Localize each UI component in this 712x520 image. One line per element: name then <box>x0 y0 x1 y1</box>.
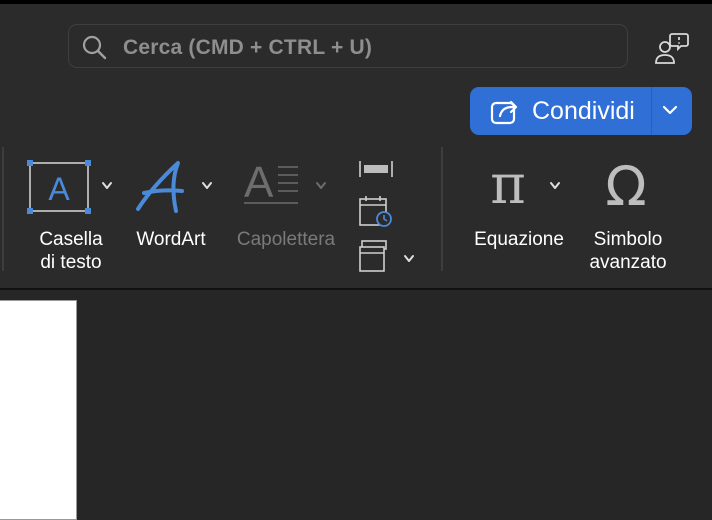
wordart-icon <box>136 161 184 213</box>
wordart-label: WordArt <box>136 229 206 250</box>
pi-icon: π <box>490 157 526 213</box>
equation-button[interactable]: π Equazione <box>464 157 574 257</box>
ribbon-separator <box>441 147 443 271</box>
search-box[interactable]: Cerca (CMD + CTRL + U) <box>68 24 628 68</box>
header-footer-icon[interactable] <box>356 157 396 181</box>
drop-cap-label: Capolettera <box>236 229 336 250</box>
drop-cap-button: A Capolettera <box>226 157 348 257</box>
chevron-down-icon[interactable] <box>661 103 679 117</box>
drop-cap-icon: A <box>244 158 298 207</box>
share-button[interactable]: Condividi <box>470 87 692 135</box>
share-icon <box>490 100 518 125</box>
text-box-icon: A <box>27 160 91 214</box>
advanced-symbol-button[interactable]: Ω Simbolo avanzato <box>578 157 678 277</box>
feedback-icon[interactable] <box>654 30 690 66</box>
text-box-glyph: A <box>48 171 70 207</box>
ribbon-separator <box>2 147 4 271</box>
search-icon <box>82 35 107 60</box>
share-divider <box>651 87 652 135</box>
chevron-down-icon[interactable] <box>549 181 561 191</box>
advanced-symbol-label: Simbolo avanzato <box>589 229 667 273</box>
chevron-down-icon[interactable] <box>101 181 113 191</box>
date-time-icon[interactable] <box>356 195 396 229</box>
wordart-button[interactable]: WordArt <box>128 157 220 257</box>
share-label: Condividi <box>532 97 635 125</box>
document-page[interactable] <box>0 300 77 520</box>
drop-cap-glyph: A <box>244 158 274 207</box>
chevron-down-icon[interactable] <box>201 181 213 191</box>
text-box-label: Casella di testo <box>39 229 103 273</box>
text-box-button[interactable]: A Casella di testo <box>24 157 120 277</box>
omega-icon: Ω <box>605 157 646 213</box>
chevron-down-icon[interactable] <box>403 254 415 264</box>
title-bar: Cerca (CMD + CTRL + U) <box>0 0 712 87</box>
symbol-glyph: Ω <box>605 157 646 213</box>
chevron-down-icon <box>316 182 326 189</box>
equation-label: Equazione <box>474 229 564 250</box>
equation-glyph: π <box>490 157 526 213</box>
insert-ribbon: Condividi A Casella di testo WordArt A C… <box>0 87 712 288</box>
document-canvas <box>0 288 712 520</box>
object-icon[interactable] <box>356 239 396 273</box>
search-placeholder: Cerca (CMD + CTRL + U) <box>123 36 373 59</box>
